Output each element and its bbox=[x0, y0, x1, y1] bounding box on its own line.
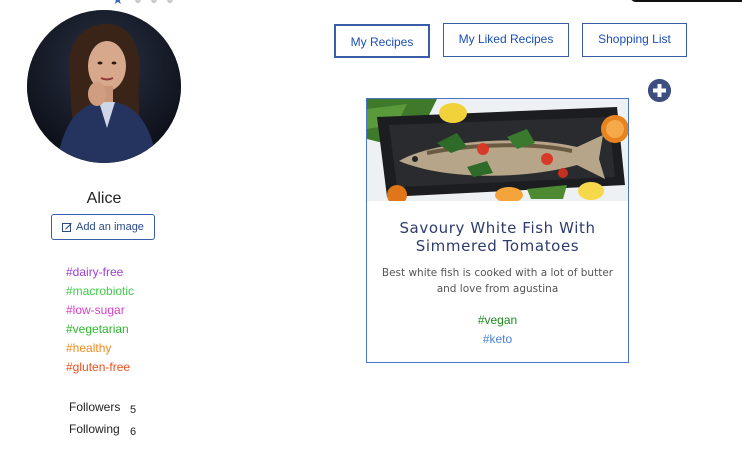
tag-low-sugar[interactable]: #low-sugar bbox=[66, 301, 134, 320]
tag-macrobiotic[interactable]: #macrobiotic bbox=[66, 282, 134, 301]
recipe-image bbox=[367, 99, 628, 201]
add-image-button[interactable]: Add an image bbox=[51, 214, 155, 240]
dot-icon: ● bbox=[166, 0, 174, 7]
avatar-photo bbox=[27, 10, 181, 163]
following-count: 6 bbox=[130, 426, 137, 438]
tag-gluten-free[interactable]: #gluten-free bbox=[66, 358, 134, 377]
recipe-tags: #vegan #keto bbox=[367, 311, 628, 349]
profile-tags: #dairy-free #macrobiotic #low-sugar #veg… bbox=[66, 263, 134, 377]
add-recipe-button[interactable] bbox=[648, 79, 671, 102]
tab-my-liked-recipes[interactable]: My Liked Recipes bbox=[443, 23, 569, 57]
recipe-tag-keto[interactable]: #keto bbox=[367, 330, 628, 349]
profile-stats: Followers 5 Following 6 bbox=[69, 400, 136, 444]
dot-icon: ● bbox=[150, 0, 158, 7]
recipe-description: Best white fish is cooked with a lot of … bbox=[381, 267, 614, 295]
edit-icon bbox=[62, 223, 72, 232]
avatar bbox=[27, 10, 181, 163]
recipe-card[interactable]: Savoury White Fish With Simmered Tomatoe… bbox=[366, 98, 629, 363]
following-row[interactable]: Following 6 bbox=[69, 422, 136, 444]
tab-my-recipes[interactable]: My Recipes bbox=[334, 24, 430, 58]
plus-circle-icon bbox=[648, 79, 671, 102]
tag-vegetarian[interactable]: #vegetarian bbox=[66, 320, 134, 339]
add-image-label: Add an image bbox=[76, 221, 144, 233]
profile-username: Alice bbox=[86, 190, 122, 207]
star-icon: ★ bbox=[112, 0, 124, 8]
followers-row[interactable]: Followers 5 bbox=[69, 400, 136, 422]
dot-icon: ● bbox=[134, 0, 142, 7]
recipe-title[interactable]: Savoury White Fish With Simmered Tomatoe… bbox=[377, 219, 618, 255]
top-nav-fragment: ★ ● ● ● bbox=[112, 0, 192, 7]
following-label: Following bbox=[69, 422, 120, 436]
followers-count: 5 bbox=[130, 404, 137, 416]
tag-dairy-free[interactable]: #dairy-free bbox=[66, 263, 134, 282]
recipe-tag-vegan[interactable]: #vegan bbox=[367, 311, 628, 330]
tab-shopping-list[interactable]: Shopping List bbox=[582, 23, 687, 57]
followers-label: Followers bbox=[69, 400, 121, 414]
top-bar-fragment bbox=[630, 0, 742, 2]
tag-healthy[interactable]: #healthy bbox=[66, 339, 134, 358]
